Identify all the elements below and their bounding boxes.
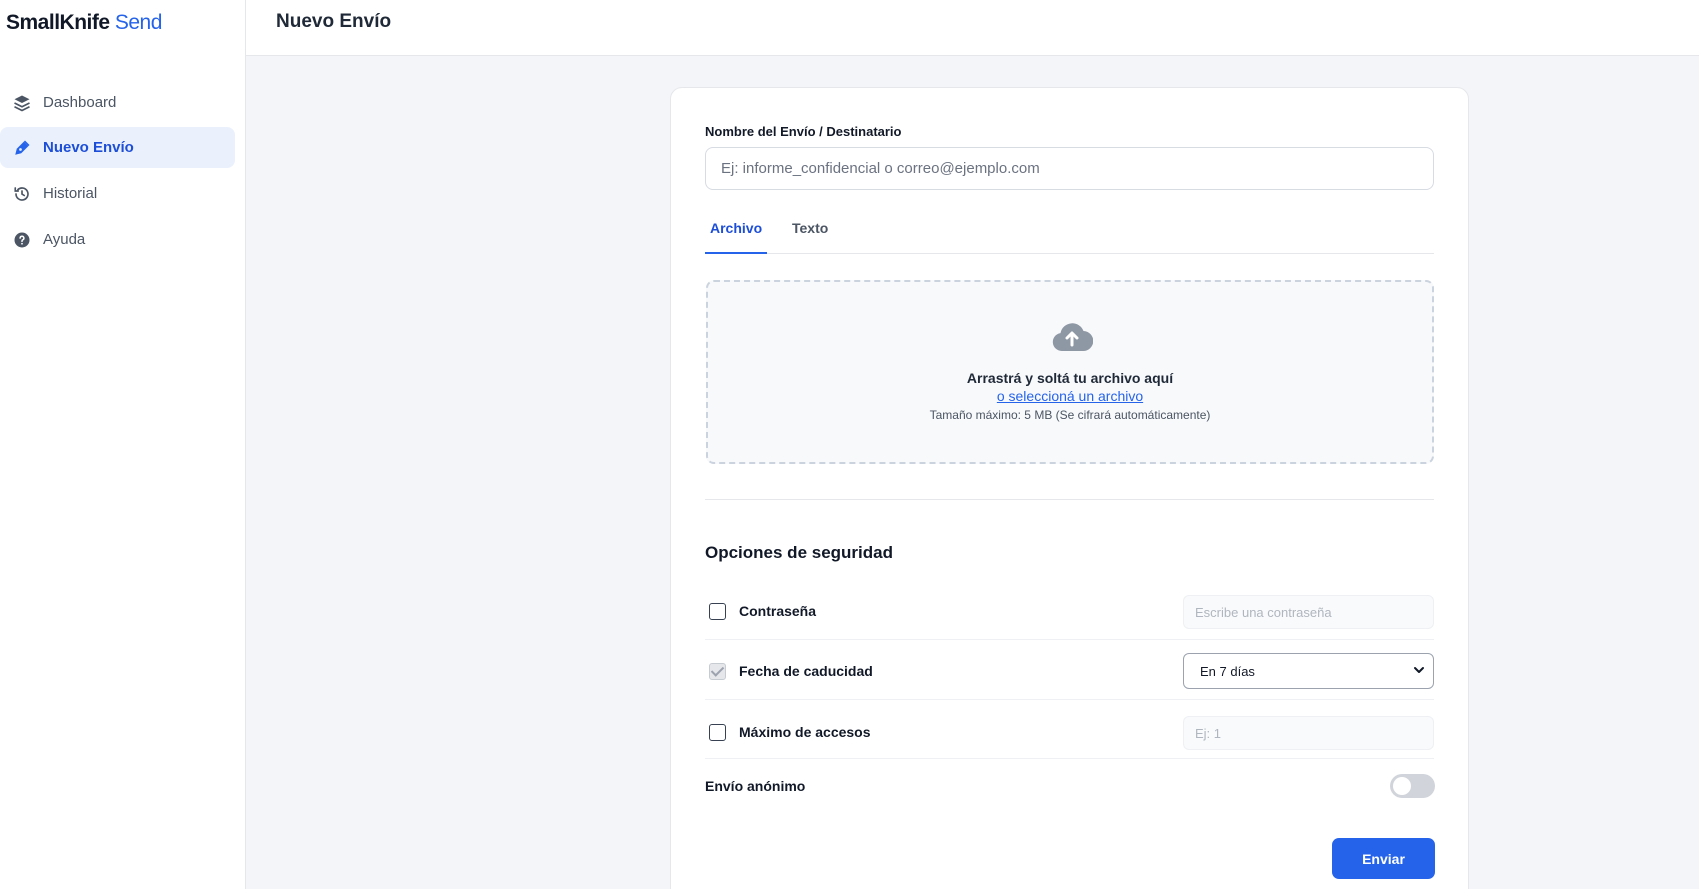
password-input[interactable] [1183, 595, 1434, 629]
sidebar-item-ayuda[interactable]: Ayuda [0, 219, 235, 260]
submit-button[interactable]: Enviar [1332, 838, 1435, 879]
select-file-link[interactable]: o seleccioná un archivo [708, 388, 1432, 404]
brand-accent: Send [114, 11, 163, 34]
layers-icon [12, 93, 32, 113]
page-title: Nuevo Envío [276, 11, 392, 32]
sidebar-item-label: Dashboard [43, 94, 117, 111]
row-divider [705, 699, 1434, 700]
expiry-checkbox[interactable] [709, 663, 726, 680]
sidebar-item-label: Historial [43, 185, 98, 202]
sidebar: SmallKnife Send Dashboard Nuevo Envío Hi… [0, 0, 246, 889]
max-access-checkbox[interactable] [709, 724, 726, 741]
top-header: Nuevo Envío [246, 0, 1699, 56]
brand-name: SmallKnife [6, 11, 110, 34]
name-input[interactable] [705, 147, 1434, 190]
expiry-selected-value: En 7 días [1200, 663, 1255, 679]
tab-archivo[interactable]: Archivo [705, 218, 768, 254]
sidebar-item-nuevo-envio[interactable]: Nuevo Envío [0, 127, 235, 168]
sidebar-item-label: Nuevo Envío [43, 139, 134, 156]
anonymous-toggle[interactable] [1390, 774, 1435, 798]
sidebar-item-dashboard[interactable]: Dashboard [0, 82, 235, 123]
row-divider [705, 758, 1434, 759]
security-title: Opciones de seguridad [705, 543, 893, 562]
anonymous-label: Envío anónimo [705, 778, 806, 794]
tab-texto[interactable]: Texto [787, 218, 833, 254]
pen-icon [12, 138, 32, 158]
max-access-input[interactable] [1183, 716, 1434, 750]
name-label: Nombre del Envío / Destinatario [705, 124, 902, 139]
password-label: Contraseña [739, 603, 817, 619]
history-icon [12, 184, 32, 204]
sidebar-item-historial[interactable]: Historial [0, 173, 235, 214]
app-logo[interactable]: SmallKnife Send [6, 11, 162, 35]
help-icon [12, 230, 32, 250]
expiry-select[interactable]: En 7 días [1183, 653, 1434, 689]
password-checkbox[interactable] [709, 603, 726, 620]
sidebar-item-label: Ayuda [43, 231, 86, 248]
file-dropzone[interactable]: Arrastrá y soltá tu archivo aquí o selec… [706, 280, 1434, 464]
section-divider [705, 499, 1434, 500]
dropzone-title: Arrastrá y soltá tu archivo aquí [966, 370, 1174, 386]
expiry-label: Fecha de caducidad [739, 663, 873, 679]
dropzone-hint: Tamaño máximo: 5 MB (Se cifrará automáti… [929, 408, 1211, 422]
tabs: Archivo Texto [705, 218, 1434, 254]
chevron-down-icon [1413, 664, 1425, 679]
max-access-label: Máximo de accesos [739, 724, 871, 740]
row-divider [705, 639, 1434, 640]
cloud-upload-icon [1051, 320, 1094, 352]
new-send-card: Nombre del Envío / Destinatario Archivo … [670, 87, 1469, 889]
